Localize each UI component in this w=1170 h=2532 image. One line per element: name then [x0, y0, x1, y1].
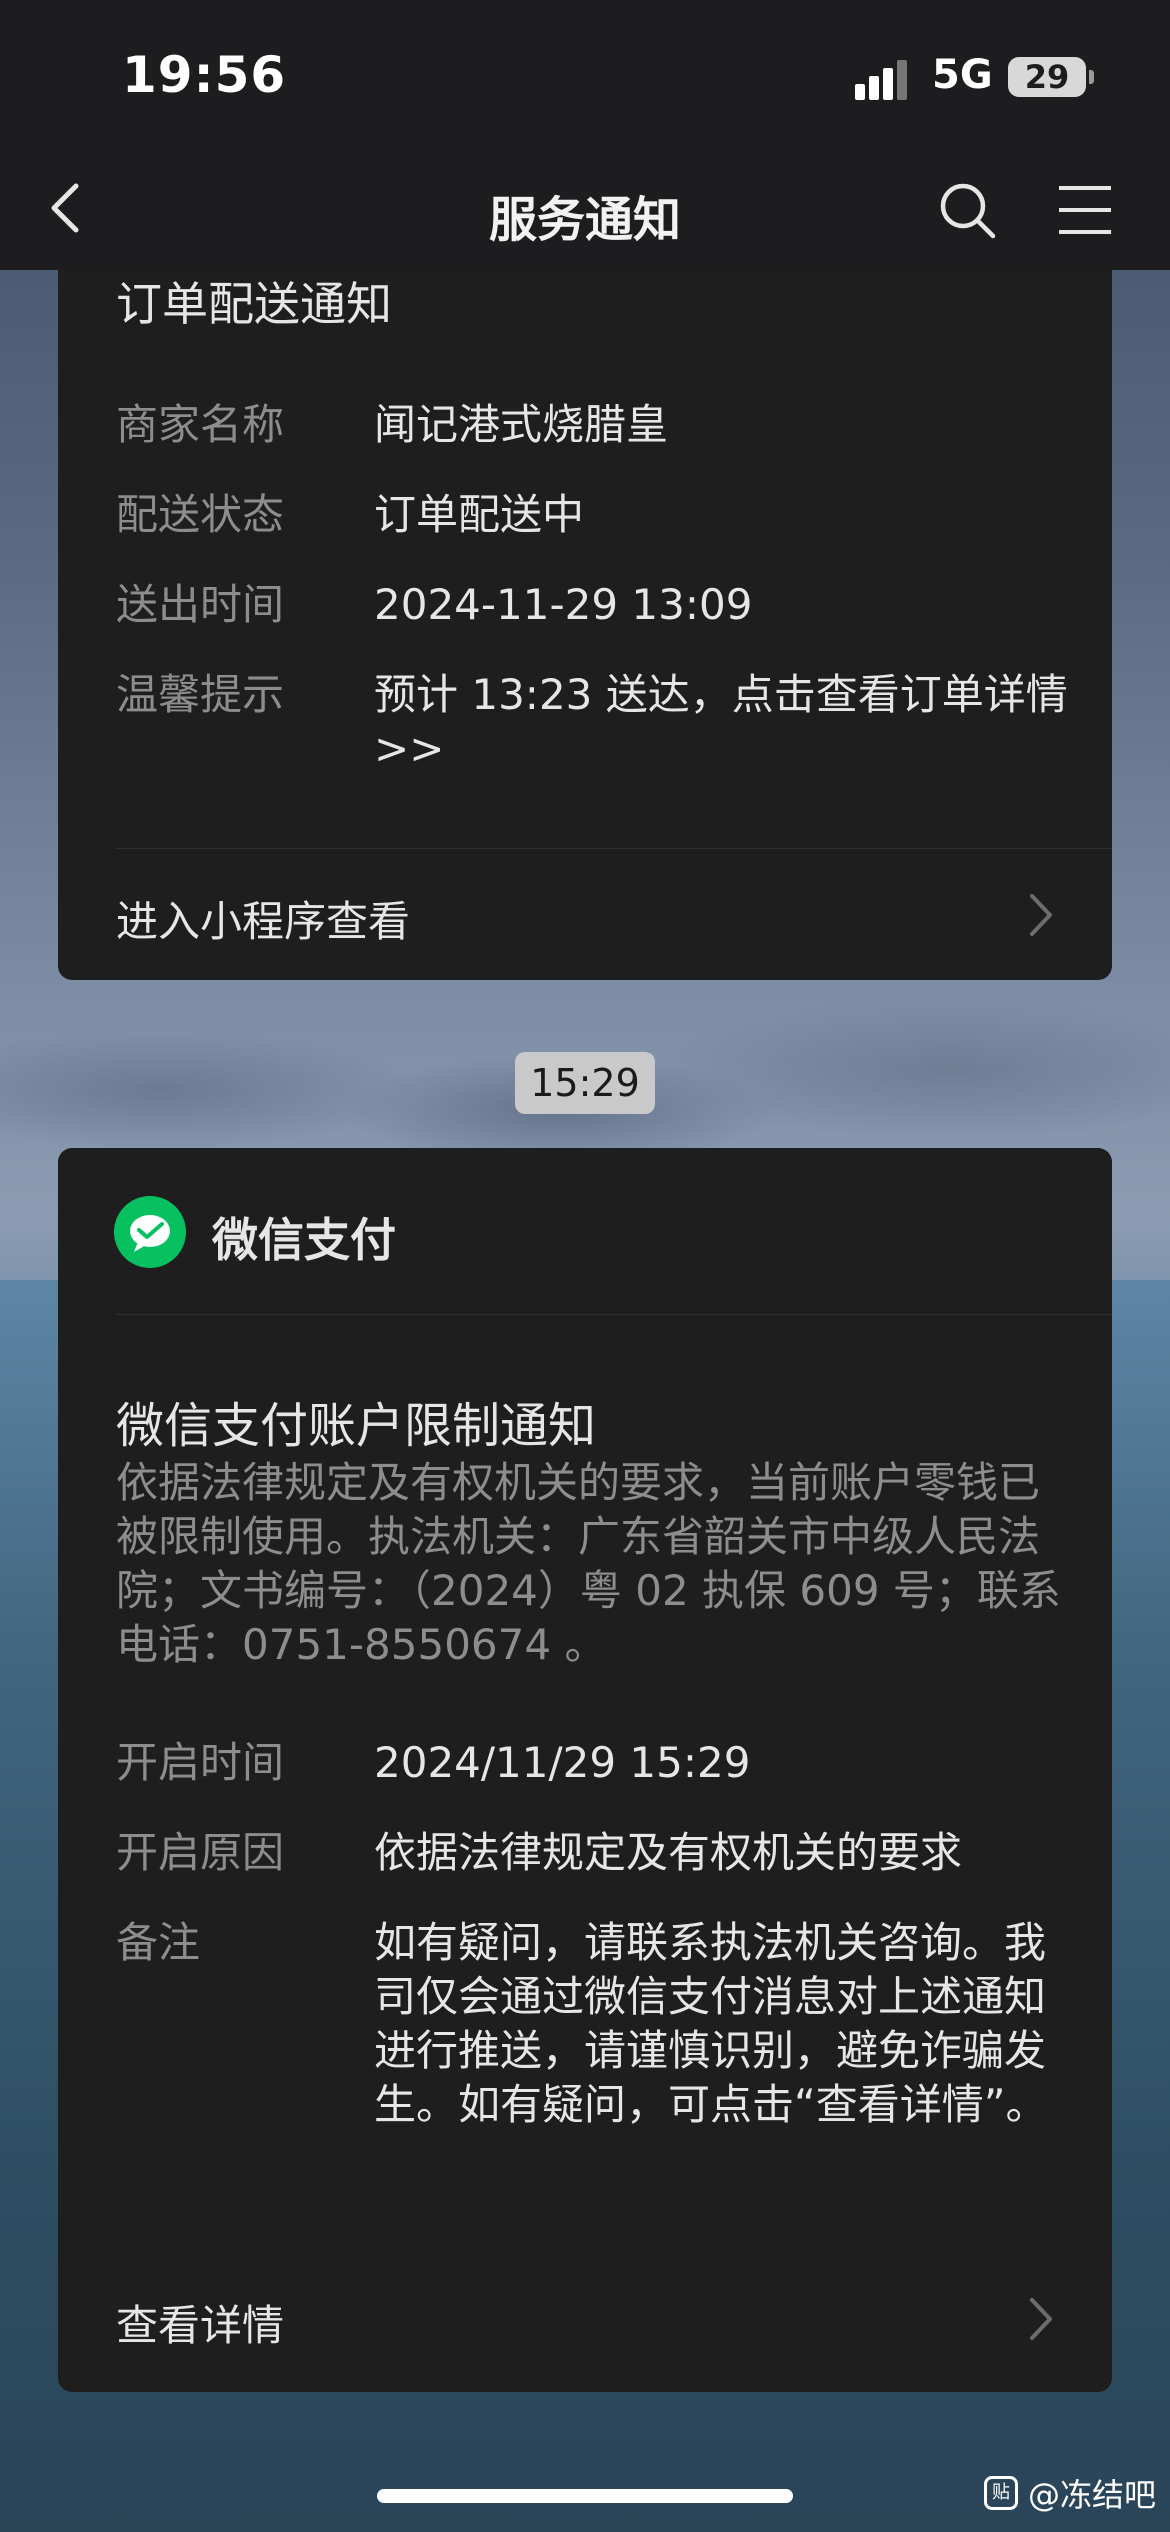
top-bar: 19:56 5G 29 服务通知	[0, 0, 1170, 270]
row-key: 温馨提示	[116, 670, 285, 719]
row-value: 闻记港式烧腊皇	[374, 400, 669, 449]
watermark-text: @冻结吧	[1028, 2476, 1157, 2514]
row-value: 如有疑问，请联系执法机关咨询。我司仅会通过微信支付消息对上述通知进行推送，请谨慎…	[374, 1918, 1048, 2129]
row-key: 商家名称	[116, 400, 285, 449]
view-details-link[interactable]: 查看详情	[116, 2292, 284, 2353]
network-type: 5G	[932, 52, 993, 98]
card-title: 订单配送通知	[116, 277, 392, 331]
row-value: 预计 13:23 送达，点击查看订单详情>>	[374, 670, 1068, 773]
notice-description: 依据法律规定及有权机关的要求，当前账户零钱已被限制使用。执法机关：广东省韶关市中…	[116, 1458, 1061, 1669]
wechat-pay-card[interactable]: 微信支付 微信支付账户限制通知 依据法律规定及有权机关的要求，当前账户零钱已被限…	[58, 1148, 1112, 2392]
row-value: 2024-11-29 13:09	[374, 580, 753, 629]
row-value: 依据法律规定及有权机关的要求	[374, 1828, 963, 1877]
signal-icon	[855, 60, 915, 100]
wechat-pay-logo-icon	[114, 1196, 186, 1268]
divider	[116, 848, 1112, 849]
row-key: 开启原因	[116, 1828, 285, 1877]
row-value: 2024/11/29 15:29	[374, 1738, 751, 1787]
chevron-right-icon	[1030, 894, 1052, 936]
battery-tip	[1089, 70, 1094, 84]
sender-name: 微信支付	[212, 1213, 396, 1267]
row-key: 开启时间	[116, 1738, 285, 1787]
row-value: 订单配送中	[374, 490, 585, 539]
message-timestamp: 15:29	[515, 1052, 655, 1114]
row-key: 备注	[116, 1918, 201, 1967]
status-time: 19:56	[122, 46, 287, 104]
tieba-logo-icon: 贴	[984, 2476, 1018, 2510]
search-icon[interactable]	[935, 178, 999, 242]
divider	[116, 1314, 1112, 1315]
open-miniprogram-link[interactable]: 进入小程序查看	[116, 888, 410, 949]
row-key: 配送状态	[116, 490, 285, 539]
chevron-right-icon	[1030, 2298, 1052, 2340]
row-key: 送出时间	[116, 580, 285, 629]
nav-bar: 服务通知	[0, 150, 1170, 270]
menu-icon[interactable]	[1055, 180, 1115, 240]
card-title: 微信支付账户限制通知	[116, 1398, 597, 1454]
home-indicator[interactable]	[377, 2489, 793, 2503]
battery-icon: 29	[1008, 57, 1086, 97]
battery-level: 29	[1024, 58, 1070, 96]
order-delivery-card[interactable]: 订单配送通知 商家名称 闻记港式烧腊皇 配送状态 订单配送中 送出时间 2024…	[58, 230, 1112, 980]
